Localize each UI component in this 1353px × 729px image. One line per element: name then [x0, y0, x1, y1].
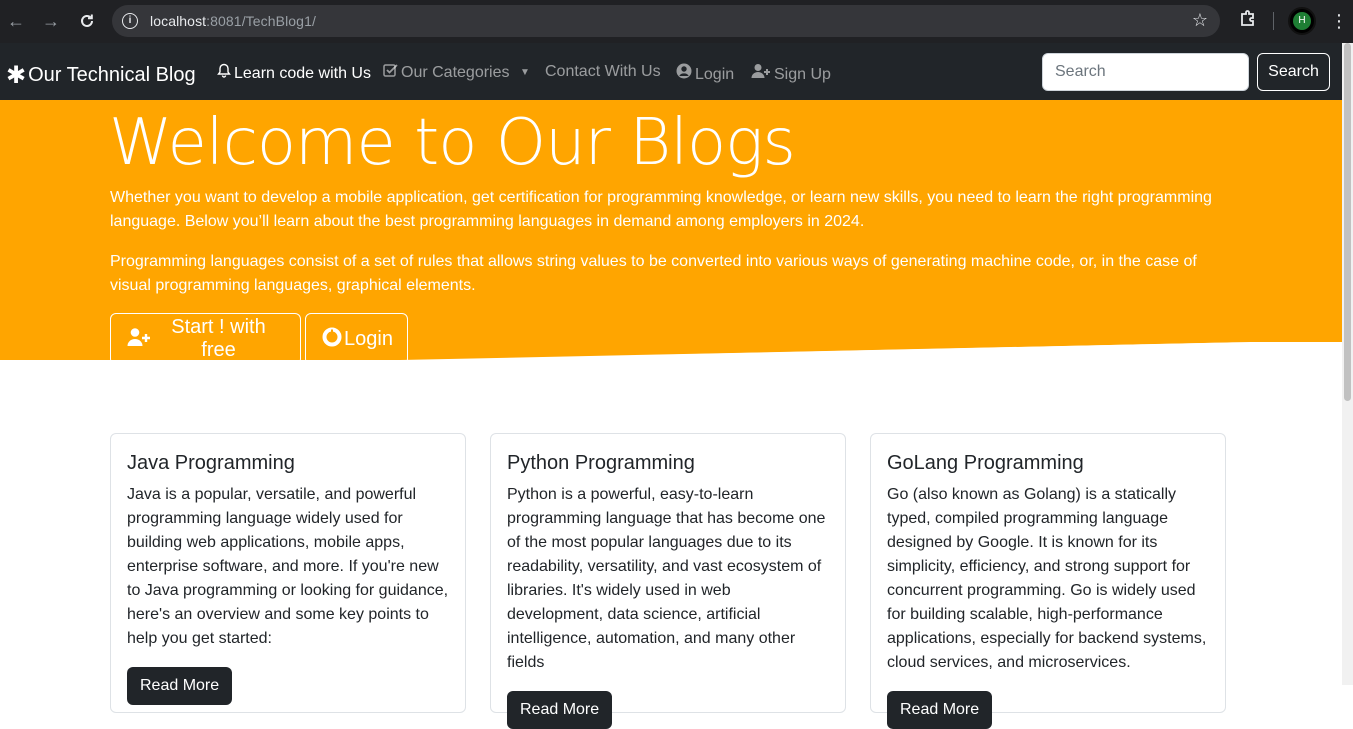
site-navbar: ✱ Our Technical Blog Learn code with Us O…: [0, 43, 1342, 100]
check-square-icon: [383, 63, 398, 82]
page-scrollbar[interactable]: [1342, 43, 1353, 685]
hero-title: Welcome to Our Blogs: [109, 106, 796, 180]
card-java: Java Programming Java is a popular, vers…: [110, 433, 466, 713]
nav-signup[interactable]: Sign Up: [751, 63, 831, 84]
read-more-button[interactable]: Read More: [127, 667, 233, 705]
hero-paragraph-1: Whether you want to develop a mobile app…: [110, 189, 1212, 230]
extensions-icon[interactable]: [1238, 9, 1258, 31]
nav-categories-dropdown[interactable]: Our Categories ▼: [383, 63, 530, 82]
browser-toolbar: ← → i localhost:8081/TechBlog1/ ☆ H ⋮: [0, 0, 1353, 43]
search-button[interactable]: Search: [1257, 53, 1330, 91]
reload-icon[interactable]: [76, 10, 98, 32]
read-more-button[interactable]: Read More: [507, 691, 613, 729]
nav-login[interactable]: Login: [676, 63, 734, 84]
card-text: Java is a popular, versatile, and powerf…: [127, 486, 449, 647]
caret-down-icon: ▼: [519, 67, 530, 78]
card-golang: GoLang Programming Go (also known as Gol…: [870, 433, 1226, 729]
site-info-icon[interactable]: i: [122, 13, 138, 29]
card-title: Java Programming: [127, 452, 295, 474]
nav-contact-label: Contact With Us: [545, 63, 661, 80]
brand-label: Our Technical Blog: [28, 64, 196, 86]
nav-signup-label: Sign Up: [774, 66, 831, 83]
bookmark-star-icon[interactable]: ☆: [1192, 10, 1208, 31]
card-title: GoLang Programming: [887, 452, 1084, 474]
nav-learn-code-label: Learn code with Us: [234, 65, 371, 82]
url-path: :8081/TechBlog1/: [206, 13, 316, 29]
card-text: Go (also known as Golang) is a staticall…: [887, 486, 1207, 671]
nav-contact[interactable]: Contact With Us: [545, 63, 661, 81]
profile-avatar[interactable]: H: [1288, 7, 1316, 35]
card-text: Python is a powerful, easy-to-learn prog…: [507, 486, 826, 671]
kebab-menu-icon[interactable]: ⋮: [1330, 10, 1348, 32]
forward-arrow-icon[interactable]: →: [40, 10, 62, 32]
card-python: Python Programming Python is a powerful,…: [490, 433, 846, 729]
search-input[interactable]: [1042, 53, 1249, 91]
url-host: localhost: [150, 13, 207, 29]
scrollbar-thumb[interactable]: [1344, 43, 1351, 401]
read-more-button[interactable]: Read More: [887, 691, 993, 729]
toolbar-separator: [1273, 12, 1274, 30]
brand-link[interactable]: ✱ Our Technical Blog: [6, 61, 196, 90]
hero-paragraph-2: Programming languages consist of a set o…: [110, 253, 1197, 294]
card-title: Python Programming: [507, 452, 695, 474]
nav-categories-label: Our Categories: [401, 64, 510, 81]
hero-banner: Welcome to Our Blogs Whether you want to…: [0, 100, 1342, 362]
nav-login-label: Login: [695, 66, 735, 83]
asterisk-icon: ✱: [6, 62, 27, 89]
hero-wave-shape: [0, 342, 1342, 380]
url-text[interactable]: localhost:8081/TechBlog1/: [150, 13, 316, 29]
nav-learn-code[interactable]: Learn code with Us: [217, 63, 371, 83]
user-plus-icon: [751, 63, 771, 84]
bell-icon: [217, 63, 231, 83]
address-bar[interactable]: i localhost:8081/TechBlog1/ ☆: [112, 5, 1220, 37]
user-circle-icon: [676, 63, 692, 84]
back-arrow-icon[interactable]: ←: [5, 10, 27, 32]
profile-initial: H: [1293, 12, 1311, 30]
